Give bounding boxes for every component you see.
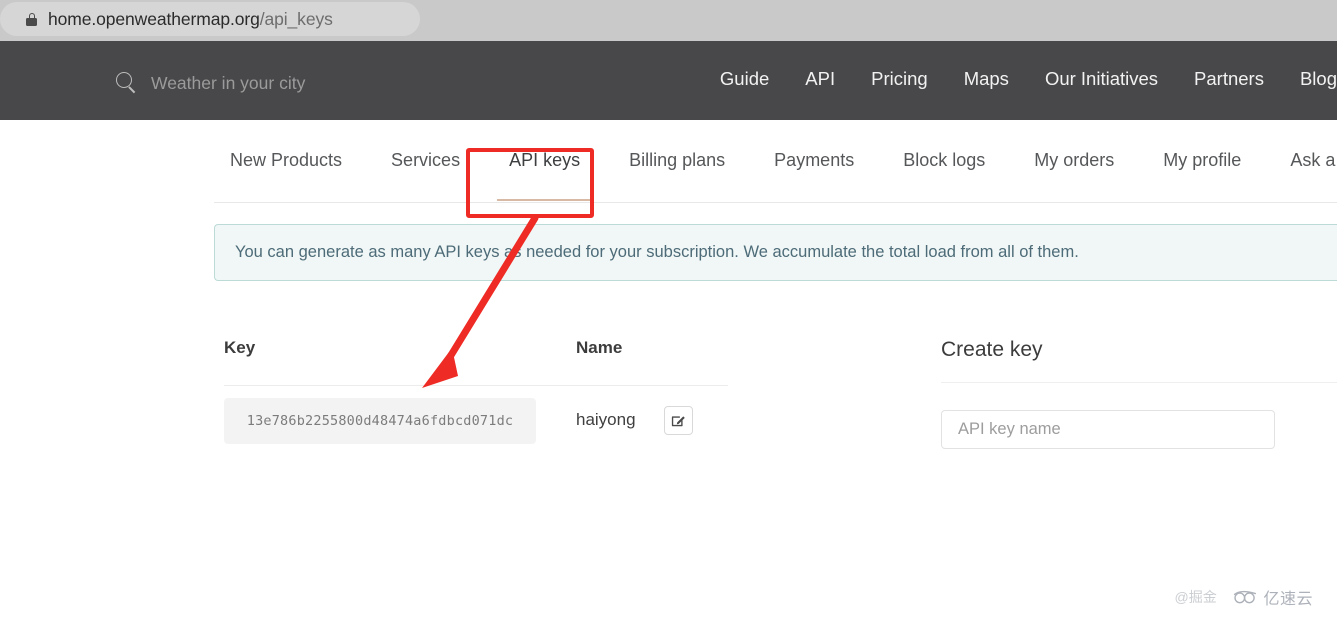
nav-item-our-initiatives[interactable]: Our Initiatives xyxy=(1045,68,1158,90)
tab-my-orders[interactable]: My orders xyxy=(1034,150,1114,173)
account-tabs-bar: New Products Services API keys Billing p… xyxy=(0,120,1337,203)
cloud-logo-icon xyxy=(1234,590,1257,604)
api-key-name-placeholder[interactable]: API key name xyxy=(958,420,1061,439)
tab-my-profile[interactable]: My profile xyxy=(1163,150,1241,173)
tab-new-products[interactable]: New Products xyxy=(230,150,342,173)
site-navbar: ather Weather in your city Guide API Pri… xyxy=(0,41,1337,140)
url-host: home.openweathermap.org xyxy=(48,8,260,29)
account-tabs: New Products Services API keys Billing p… xyxy=(230,120,1337,203)
column-header-key: Key xyxy=(224,338,256,357)
watermark-author: @掘金 xyxy=(1174,589,1217,605)
create-key-rule xyxy=(941,382,1337,383)
tab-api-keys[interactable]: API keys xyxy=(497,150,593,201)
table-header-row: Key Name xyxy=(224,338,728,386)
api-key-name: haiyong xyxy=(576,410,636,429)
primary-nav: Guide API Pricing Maps Our Initiatives P… xyxy=(720,68,1337,90)
nav-item-maps[interactable]: Maps xyxy=(964,68,1009,90)
url-path: /api_keys xyxy=(259,8,333,29)
watermark-brand: 亿速云 xyxy=(1263,591,1313,608)
api-keys-table: Key Name 13e786b2255800d48474a6fdbcd071d… xyxy=(224,338,728,454)
address-bar[interactable]: home.openweathermap.org/api_keys xyxy=(0,2,420,36)
nav-item-pricing[interactable]: Pricing xyxy=(871,68,928,90)
nav-item-guide[interactable]: Guide xyxy=(720,68,769,90)
search-icon[interactable] xyxy=(116,72,138,94)
tab-ask-a-question[interactable]: Ask a question xyxy=(1290,150,1337,173)
city-search[interactable]: Weather in your city xyxy=(116,69,305,97)
create-key-title: Create key xyxy=(941,338,1043,361)
api-key-text: 13e786b2255800d48474a6fdbcd071dc xyxy=(246,413,514,429)
api-key-name-field[interactable]: API key name xyxy=(941,410,1275,449)
nav-item-api[interactable]: API xyxy=(805,68,835,90)
tab-services[interactable]: Services xyxy=(391,150,460,173)
info-banner: You can generate as many API keys as nee… xyxy=(214,224,1337,281)
edit-pencil-icon xyxy=(671,415,685,426)
tab-payments[interactable]: Payments xyxy=(774,150,854,173)
nav-item-partners[interactable]: Partners xyxy=(1194,68,1264,90)
column-header-name: Name xyxy=(576,338,623,357)
create-key-panel: Create key API key name xyxy=(941,338,1337,449)
tab-billing-plans[interactable]: Billing plans xyxy=(629,150,725,173)
watermark: @掘金 亿速云 xyxy=(1174,585,1313,609)
edit-key-button[interactable] xyxy=(664,405,693,435)
info-banner-text: You can generate as many API keys as nee… xyxy=(235,243,1079,261)
address-bar-url: home.openweathermap.org/api_keys xyxy=(48,9,333,30)
tab-block-logs[interactable]: Block logs xyxy=(903,150,985,173)
table-row: 13e786b2255800d48474a6fdbcd071dc haiyong xyxy=(224,386,728,454)
browser-chrome: home.openweathermap.org/api_keys xyxy=(0,0,1337,41)
search-input-placeholder[interactable]: Weather in your city xyxy=(151,73,305,94)
api-key-value[interactable]: 13e786b2255800d48474a6fdbcd071dc xyxy=(224,398,536,444)
nav-item-blog[interactable]: Blog xyxy=(1300,68,1337,90)
lock-icon xyxy=(26,12,37,26)
